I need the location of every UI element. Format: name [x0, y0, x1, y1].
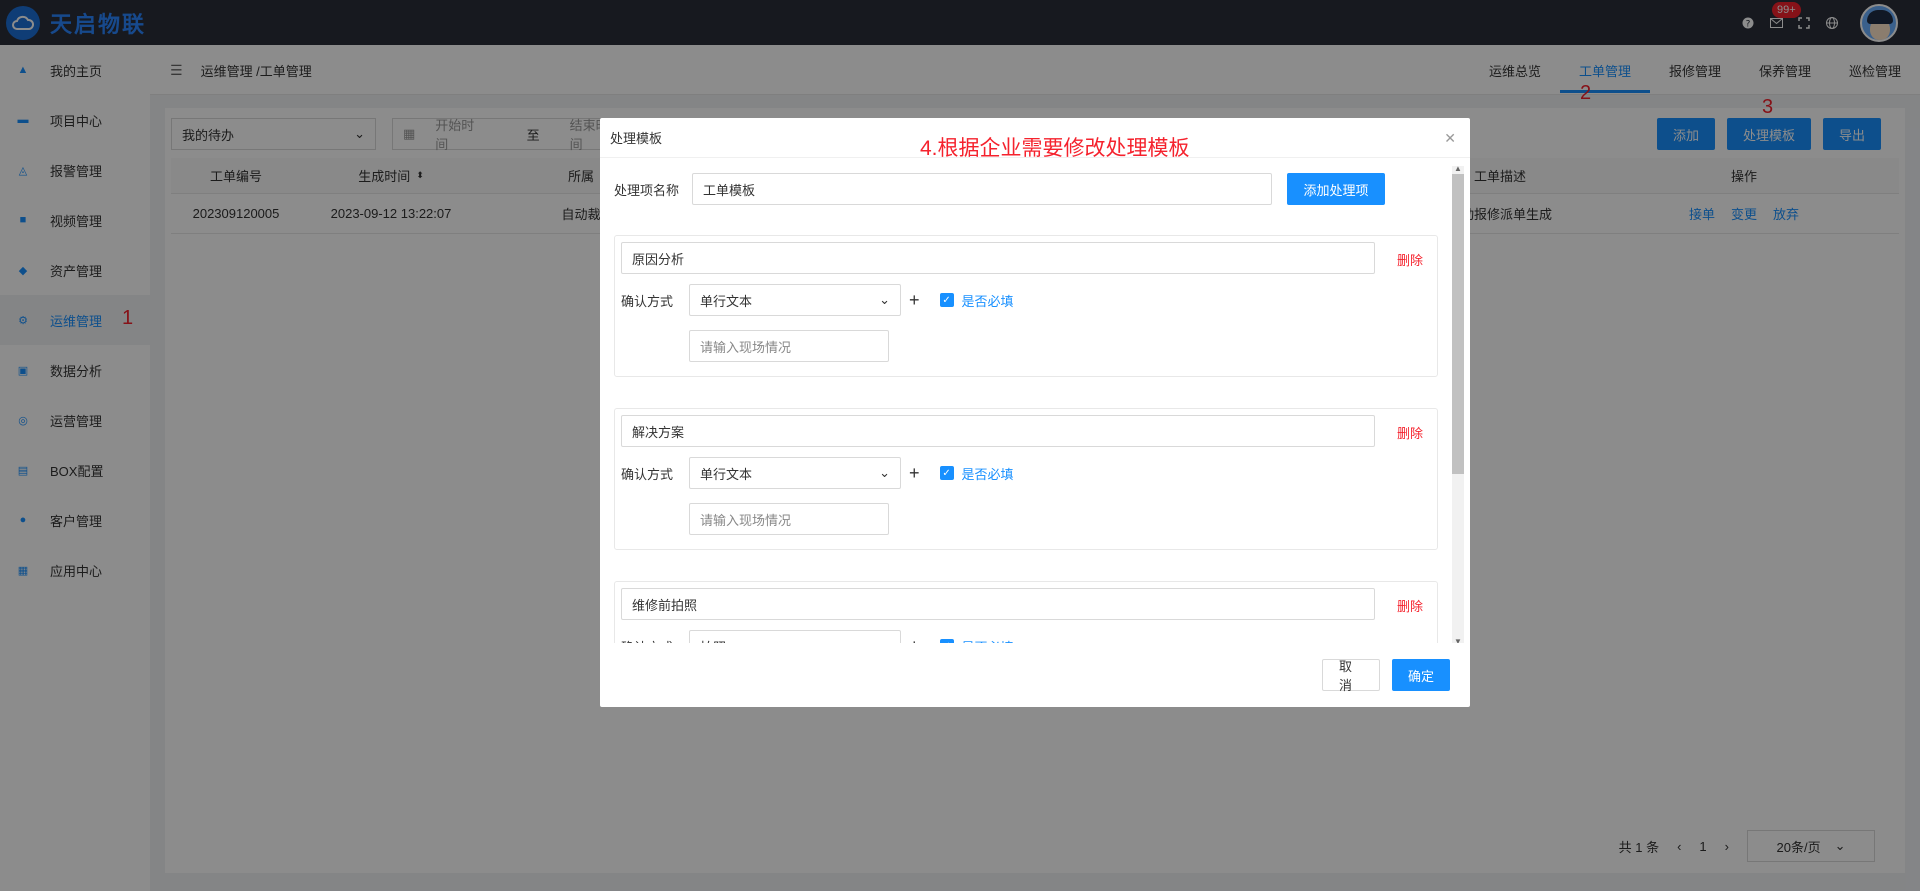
template-item-card: 原因分析 删除 确认方式 单行文本 ⌄ + ✓ 是否必填 请输入现场情况	[614, 235, 1438, 377]
check-icon: ✓	[939, 293, 954, 307]
chevron-down-icon: ⌄	[879, 292, 890, 307]
item-title-input[interactable]: 原因分析	[621, 242, 1375, 274]
cancel-button[interactable]: 取消	[1322, 659, 1380, 693]
add-option-icon[interactable]: +	[909, 636, 920, 644]
close-icon[interactable]: ✕	[1444, 130, 1456, 147]
add-option-icon[interactable]: +	[909, 290, 920, 311]
scrollbar-thumb[interactable]	[1452, 174, 1464, 474]
scroll-up-icon[interactable]: ▲	[1454, 164, 1462, 173]
template-item-card: 解决方案 删除 确认方式 单行文本 ⌄ + ✓ 是否必填 请输入现场情况	[614, 408, 1438, 550]
item-title-input[interactable]: 解决方案	[621, 415, 1375, 447]
confirm-method-label: 确认方式	[621, 293, 674, 309]
delete-item-link[interactable]: 删除	[1397, 596, 1423, 615]
add-option-icon[interactable]: +	[909, 463, 920, 484]
chevron-down-icon: ⌄	[879, 465, 890, 480]
confirm-method-select[interactable]: 单行文本 ⌄	[689, 457, 901, 489]
delete-item-link[interactable]: 删除	[1397, 423, 1423, 442]
add-item-button[interactable]: 添加处理项	[1287, 173, 1385, 205]
confirm-method-select[interactable]: 拍照⌄	[689, 630, 901, 643]
required-checkbox[interactable]: ✓是否必填	[939, 464, 1014, 483]
modal-title: 处理模板	[610, 131, 663, 146]
modal-header: 处理模板 4.根据企业需要修改处理模板 ✕	[600, 118, 1470, 160]
template-modal: 处理模板 4.根据企业需要修改处理模板 ✕ 处理项名称 工单模板 添加处理项 原…	[600, 118, 1470, 707]
required-checkbox[interactable]: ✓是否必填	[939, 291, 1014, 310]
check-icon: ✓	[939, 466, 954, 480]
template-item-card: 维修前拍照 删除 确认方式 拍照⌄ + ✓是否必填	[614, 581, 1438, 643]
item-title-input[interactable]: 维修前拍照	[621, 588, 1375, 620]
modal-footer: 取消 确定	[600, 643, 1470, 707]
field-placeholder-input[interactable]: 请输入现场情况	[689, 503, 889, 535]
delete-item-link[interactable]: 删除	[1397, 250, 1423, 269]
template-name-input[interactable]: 工单模板	[692, 173, 1272, 205]
confirm-method-label: 确认方式	[621, 466, 674, 482]
modal-scrollbar[interactable]: ▲ ▼	[1452, 164, 1464, 643]
confirm-button[interactable]: 确定	[1392, 659, 1450, 691]
field-placeholder-input[interactable]: 请输入现场情况	[689, 330, 889, 362]
confirm-method-select[interactable]: 单行文本 ⌄	[689, 284, 901, 316]
modal-body: 处理项名称 工单模板 添加处理项 原因分析 删除 确认方式 单行文本 ⌄ + ✓ 是…	[600, 158, 1470, 643]
template-name-label: 处理项名称	[614, 182, 680, 198]
